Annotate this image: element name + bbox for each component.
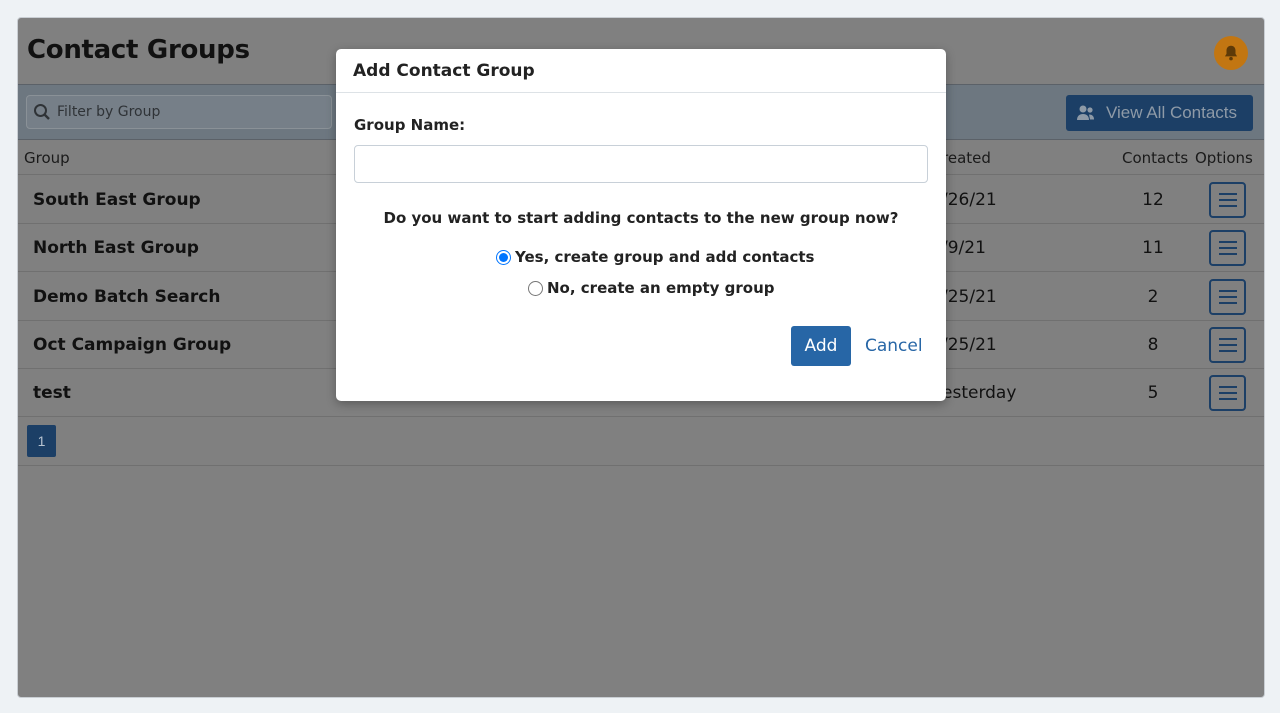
search-icon [34,104,50,120]
group-name-input[interactable] [354,145,928,183]
group-name[interactable]: North East Group [33,238,199,258]
group-name[interactable]: Oct Campaign Group [33,335,231,355]
dialog-title: Add Contact Group [336,49,946,93]
group-name[interactable]: South East Group [33,190,201,210]
header-group: Group [24,149,70,167]
created-date: /25/21 [942,286,997,307]
page-1-button[interactable]: 1 [27,425,56,457]
add-button[interactable]: Add [791,326,851,366]
contacts-count: 12 [1142,190,1164,210]
group-name[interactable]: test [33,383,71,403]
option-no-label: No, create an empty group [547,279,775,297]
options-menu-button[interactable] [1209,278,1246,315]
notification-button[interactable] [1214,36,1248,70]
divider [18,465,1264,466]
option-yes-label: Yes, create group and add contacts [515,248,815,266]
option-yes[interactable]: Yes, create group and add contacts [496,248,814,266]
radio-yes[interactable] [496,249,511,265]
options-menu-button[interactable] [1209,230,1246,267]
options-menu-button[interactable] [1209,326,1246,363]
add-contact-group-dialog: Add Contact Group Group Name: Do you wan… [336,49,946,401]
radio-no[interactable] [528,280,543,296]
question-text: Do you want to start adding contacts to … [383,209,899,227]
filter-input[interactable] [57,104,317,120]
view-all-contacts-button[interactable]: View All Contacts [1066,95,1253,131]
header-contacts: Contacts [1122,149,1189,167]
created-date: /26/21 [942,190,997,210]
menu-icon [1218,337,1237,340]
page-title: Contact Groups [27,35,250,65]
cancel-link[interactable]: Cancel [865,336,923,356]
bell-icon [1224,45,1238,61]
created-date: esterday [942,383,1017,404]
menu-icon [1218,193,1237,195]
view-all-contacts-label: View All Contacts [1106,103,1238,122]
menu-icon [1218,289,1237,292]
created-date: /25/21 [942,334,997,355]
group-name-label: Group Name: [354,116,466,134]
users-icon [1077,105,1094,120]
contacts-count: 2 [1147,286,1159,307]
contacts-count: 5 [1147,383,1159,404]
menu-icon [1218,386,1237,389]
filter-field[interactable] [26,95,332,129]
option-no[interactable]: No, create an empty group [528,279,775,297]
header-created: reated [942,149,991,167]
contacts-count: 11 [1142,238,1164,259]
group-name[interactable]: Demo Batch Search [33,287,220,307]
menu-icon [1218,241,1237,244]
created-date: /9/21 [942,238,986,259]
header-options: Options [1195,149,1253,167]
options-menu-button[interactable] [1209,375,1246,412]
contacts-count: 8 [1147,334,1159,355]
options-menu-button[interactable] [1209,182,1246,218]
